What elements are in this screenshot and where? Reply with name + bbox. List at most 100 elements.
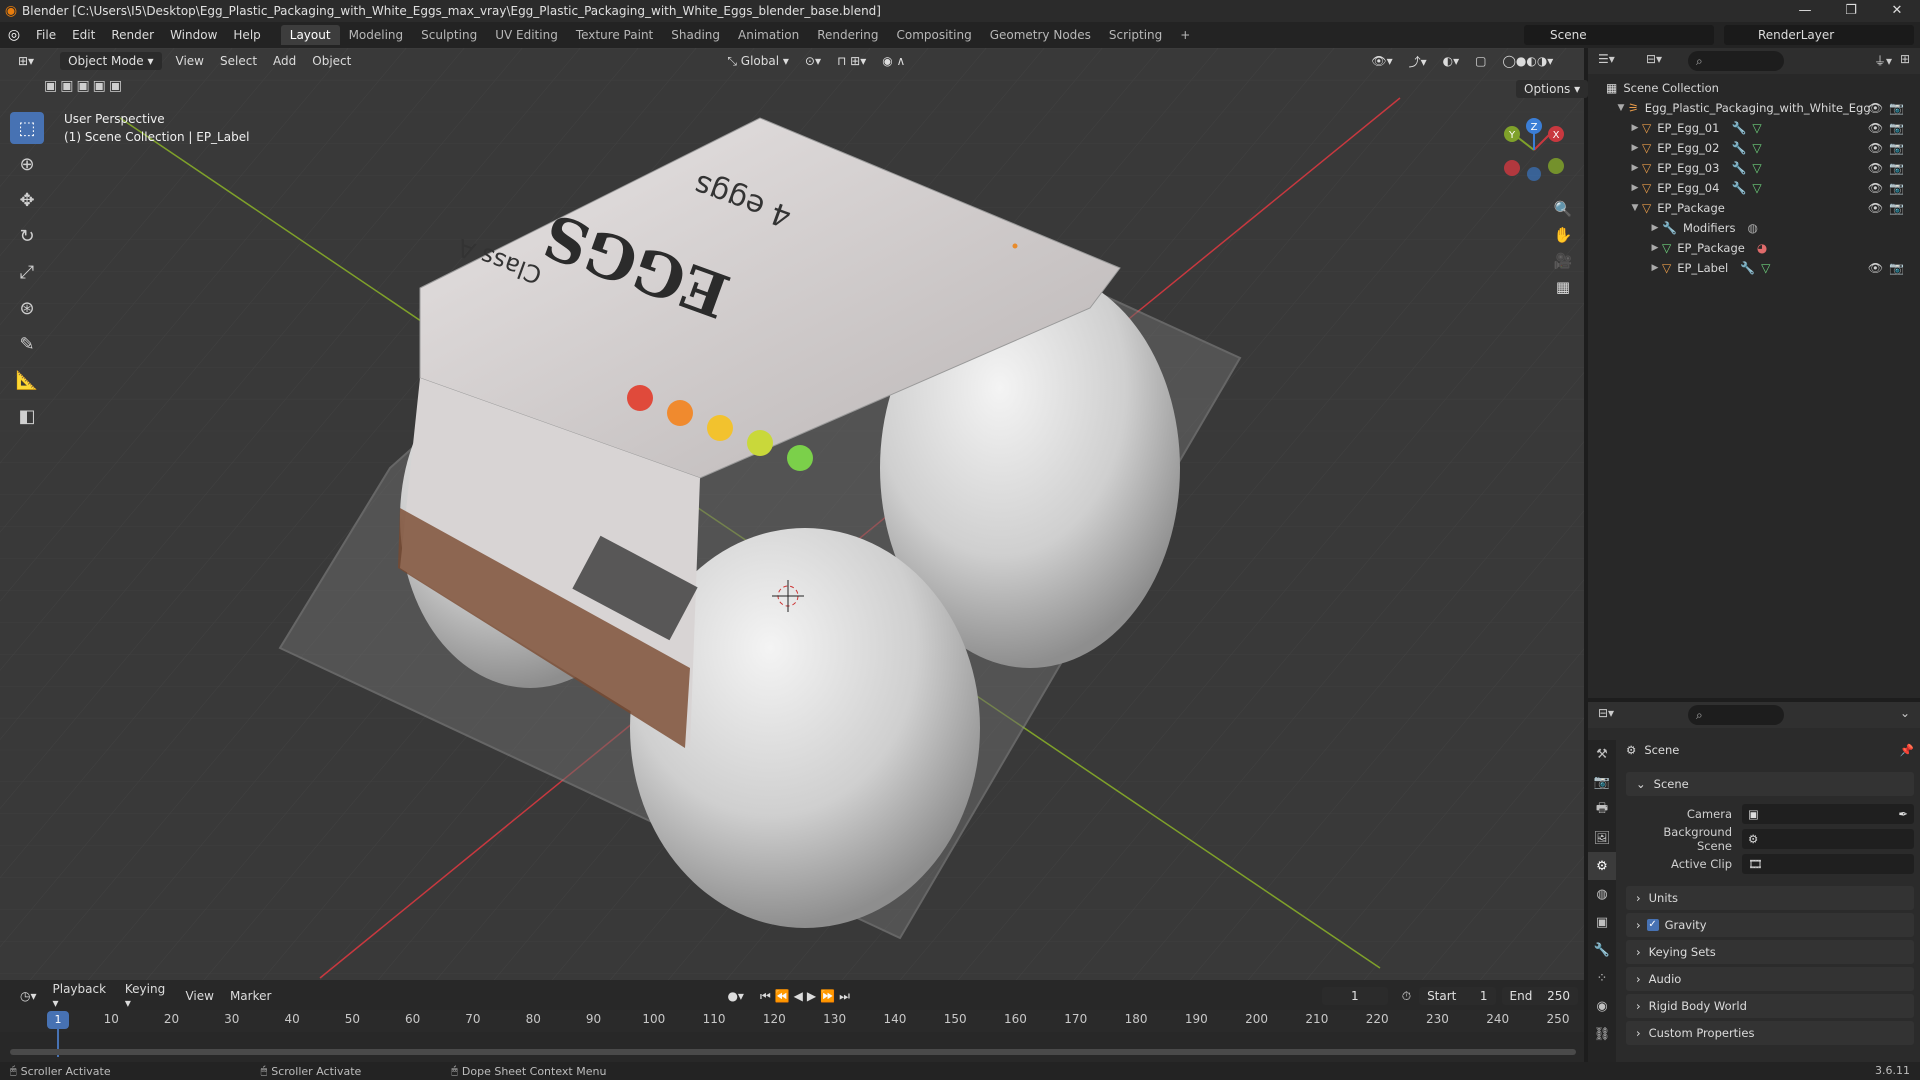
mesh-data-icon[interactable]: ▽	[1752, 121, 1761, 135]
expand-arrow-icon[interactable]: ▶	[1648, 223, 1662, 233]
pan-hand-icon[interactable]: ✋	[1550, 222, 1576, 248]
camera-view-icon[interactable]: 🎥	[1550, 248, 1576, 274]
display-mode-icon[interactable]: ⊟▾	[1646, 52, 1662, 66]
eyedropper-icon[interactable]: ✒	[1898, 807, 1914, 821]
options-dropdown[interactable]: Options ▾	[1516, 80, 1589, 98]
timeline-menu-marker[interactable]: Marker	[222, 987, 279, 1005]
view-layer-selector[interactable]: RenderLayer	[1724, 25, 1914, 45]
keying-sets-panel-header[interactable]: › Keying Sets	[1626, 940, 1914, 964]
outliner-row-package-mesh[interactable]: ▶ ▽ EP_Package ◕	[1588, 238, 1920, 258]
viewport-menu-add[interactable]: Add	[265, 52, 304, 70]
modifier-icon[interactable]: 🔧	[1731, 161, 1746, 175]
playback-controls[interactable]: ⏮⏪◀▶⏩⏭	[752, 987, 862, 1006]
add-workspace-button[interactable]: +	[1171, 25, 1199, 45]
timeline-ruler[interactable]: 1102030405060708090100110120130140150160…	[0, 1010, 1584, 1032]
properties-editor-type-icon[interactable]: ⊟▾	[1598, 706, 1614, 720]
measure-tool-icon[interactable]: 📐	[10, 364, 44, 396]
annotate-tool-icon[interactable]: ✎	[10, 328, 44, 360]
modifier-type-icon[interactable]: ◍	[1747, 221, 1757, 235]
maximize-button[interactable]: ❐	[1828, 0, 1874, 22]
visibility-render-icons[interactable]: 👁📷	[1868, 101, 1910, 115]
mesh-data-icon[interactable]: ▽	[1752, 161, 1761, 175]
timeline-menu-keying[interactable]: Keying ▾	[117, 980, 178, 1012]
overlay-icon[interactable]: ◐▾	[1435, 52, 1468, 70]
3d-viewport[interactable]: EGGS 4 eggs Class A X Y Z	[0, 48, 1584, 980]
tab-animation[interactable]: Animation	[729, 25, 808, 45]
pin-icon[interactable]: 📌	[1900, 743, 1914, 757]
add-cube-tool-icon[interactable]: ◧	[10, 400, 44, 432]
timeline-menu-view[interactable]: View	[177, 987, 221, 1005]
visibility-render-icons[interactable]: 👁📷	[1868, 261, 1910, 275]
expand-arrow-icon[interactable]: ▶	[1648, 263, 1662, 273]
output-tab-icon[interactable]: 🖶	[1588, 796, 1616, 824]
expand-arrow-icon[interactable]: ▶	[1628, 183, 1642, 193]
outliner-search-input[interactable]: ⌕	[1688, 51, 1784, 71]
physics-tab-icon[interactable]: ◉	[1588, 992, 1616, 1020]
menu-help[interactable]: Help	[225, 28, 268, 42]
current-frame-field[interactable]: 1	[1321, 987, 1388, 1005]
selection-mode-icons[interactable]: ▣▣▣▣▣	[44, 78, 125, 94]
tool-tab-icon[interactable]: ⚒	[1588, 740, 1616, 768]
outliner-editor-type-icon[interactable]: ☰▾	[1598, 52, 1615, 66]
world-tab-icon[interactable]: ◍	[1588, 880, 1616, 908]
tab-rendering[interactable]: Rendering	[808, 25, 887, 45]
select-box-tool-icon[interactable]: ⬚	[10, 112, 44, 144]
menu-file[interactable]: File	[28, 28, 64, 42]
record-button[interactable]: ●▾	[719, 987, 752, 1005]
ortho-grid-icon[interactable]: ▦	[1550, 274, 1576, 300]
timeline-scrollbar[interactable]	[10, 1049, 1576, 1055]
viewport-menu-view[interactable]: View	[168, 52, 212, 70]
object-mode-dropdown[interactable]: Object Mode ▾	[60, 52, 162, 70]
object-tab-icon[interactable]: ▣	[1588, 908, 1616, 936]
tab-sculpting[interactable]: Sculpting	[412, 25, 486, 45]
tab-scripting[interactable]: Scripting	[1100, 25, 1171, 45]
menu-window[interactable]: Window	[162, 28, 225, 42]
timeline-menu-playback[interactable]: Playback ▾	[45, 980, 117, 1012]
outliner-row-egg-04[interactable]: ▶ ▽ EP_Egg_04 🔧 ▽ 👁📷	[1588, 178, 1920, 198]
audio-panel-header[interactable]: › Audio	[1626, 967, 1914, 991]
camera-field[interactable]: ▣ ✒	[1742, 804, 1914, 824]
transform-orientation-dropdown[interactable]: ⤡ Global ▾	[719, 52, 797, 71]
modifier-icon[interactable]: 🔧	[1731, 141, 1746, 155]
menu-edit[interactable]: Edit	[64, 28, 103, 42]
scene-panel-header[interactable]: ⌄ Scene	[1626, 772, 1914, 796]
modifier-icon[interactable]: 🔧	[1731, 121, 1746, 135]
minimize-button[interactable]: —	[1782, 0, 1828, 22]
cursor-tool-icon[interactable]: ⊕	[10, 148, 44, 180]
expand-arrow-icon[interactable]: ▶	[1628, 123, 1642, 133]
chevron-down-icon[interactable]: ⌄	[1900, 706, 1910, 720]
expand-arrow-icon[interactable]: ▶	[1628, 163, 1642, 173]
expand-arrow-icon[interactable]: ▼	[1614, 103, 1628, 113]
pivot-icon[interactable]: ⊙▾	[797, 52, 829, 70]
visibility-render-icons[interactable]: 👁📷	[1868, 181, 1910, 195]
background-scene-field[interactable]: ⚙	[1742, 829, 1914, 849]
expand-arrow-icon[interactable]: ▶	[1648, 243, 1662, 253]
outliner-row-scene-collection[interactable]: ▦ Scene Collection	[1588, 78, 1920, 98]
playhead[interactable]: 1	[47, 1011, 69, 1029]
close-button[interactable]: ✕	[1874, 0, 1920, 22]
outliner-row-egg-03[interactable]: ▶ ▽ EP_Egg_03 🔧 ▽ 👁📷	[1588, 158, 1920, 178]
stopwatch-icon[interactable]: ⏱	[1394, 987, 1419, 1006]
scene-tab-icon[interactable]: ⚙	[1588, 852, 1616, 880]
tab-texture-paint[interactable]: Texture Paint	[567, 25, 662, 45]
shading-modes-icon[interactable]: ◯●◐◑▾	[1494, 52, 1561, 70]
scene-selector[interactable]: Scene	[1524, 25, 1714, 45]
snap-icon[interactable]: ⊓ ⊞▾	[829, 52, 874, 70]
particles-tab-icon[interactable]: ⁘	[1588, 964, 1616, 992]
new-collection-icon[interactable]: ⊞	[1900, 52, 1910, 66]
mesh-data-icon[interactable]: ▽	[1752, 181, 1761, 195]
expand-arrow-icon[interactable]: ▼	[1628, 203, 1642, 213]
outliner-row-package[interactable]: ▼ ▽ EP_Package 👁📷	[1588, 198, 1920, 218]
gravity-checkbox[interactable]: ✓	[1646, 919, 1659, 931]
visibility-render-icons[interactable]: 👁📷	[1868, 121, 1910, 135]
visibility-render-icons[interactable]: 👁📷	[1868, 141, 1910, 155]
constraints-tab-icon[interactable]: ⛓	[1588, 1020, 1616, 1048]
modifier-icon[interactable]: 🔧	[1731, 181, 1746, 195]
custom-properties-panel-header[interactable]: › Custom Properties	[1626, 1021, 1914, 1045]
tab-compositing[interactable]: Compositing	[887, 25, 980, 45]
timeline-editor-type-icon[interactable]: ◷▾	[12, 987, 45, 1005]
scale-tool-icon[interactable]: ⤢	[10, 256, 44, 288]
mesh-data-icon[interactable]: ▽	[1752, 141, 1761, 155]
tab-shading[interactable]: Shading	[662, 25, 729, 45]
view-layer-tab-icon[interactable]: 🖼	[1588, 824, 1616, 852]
